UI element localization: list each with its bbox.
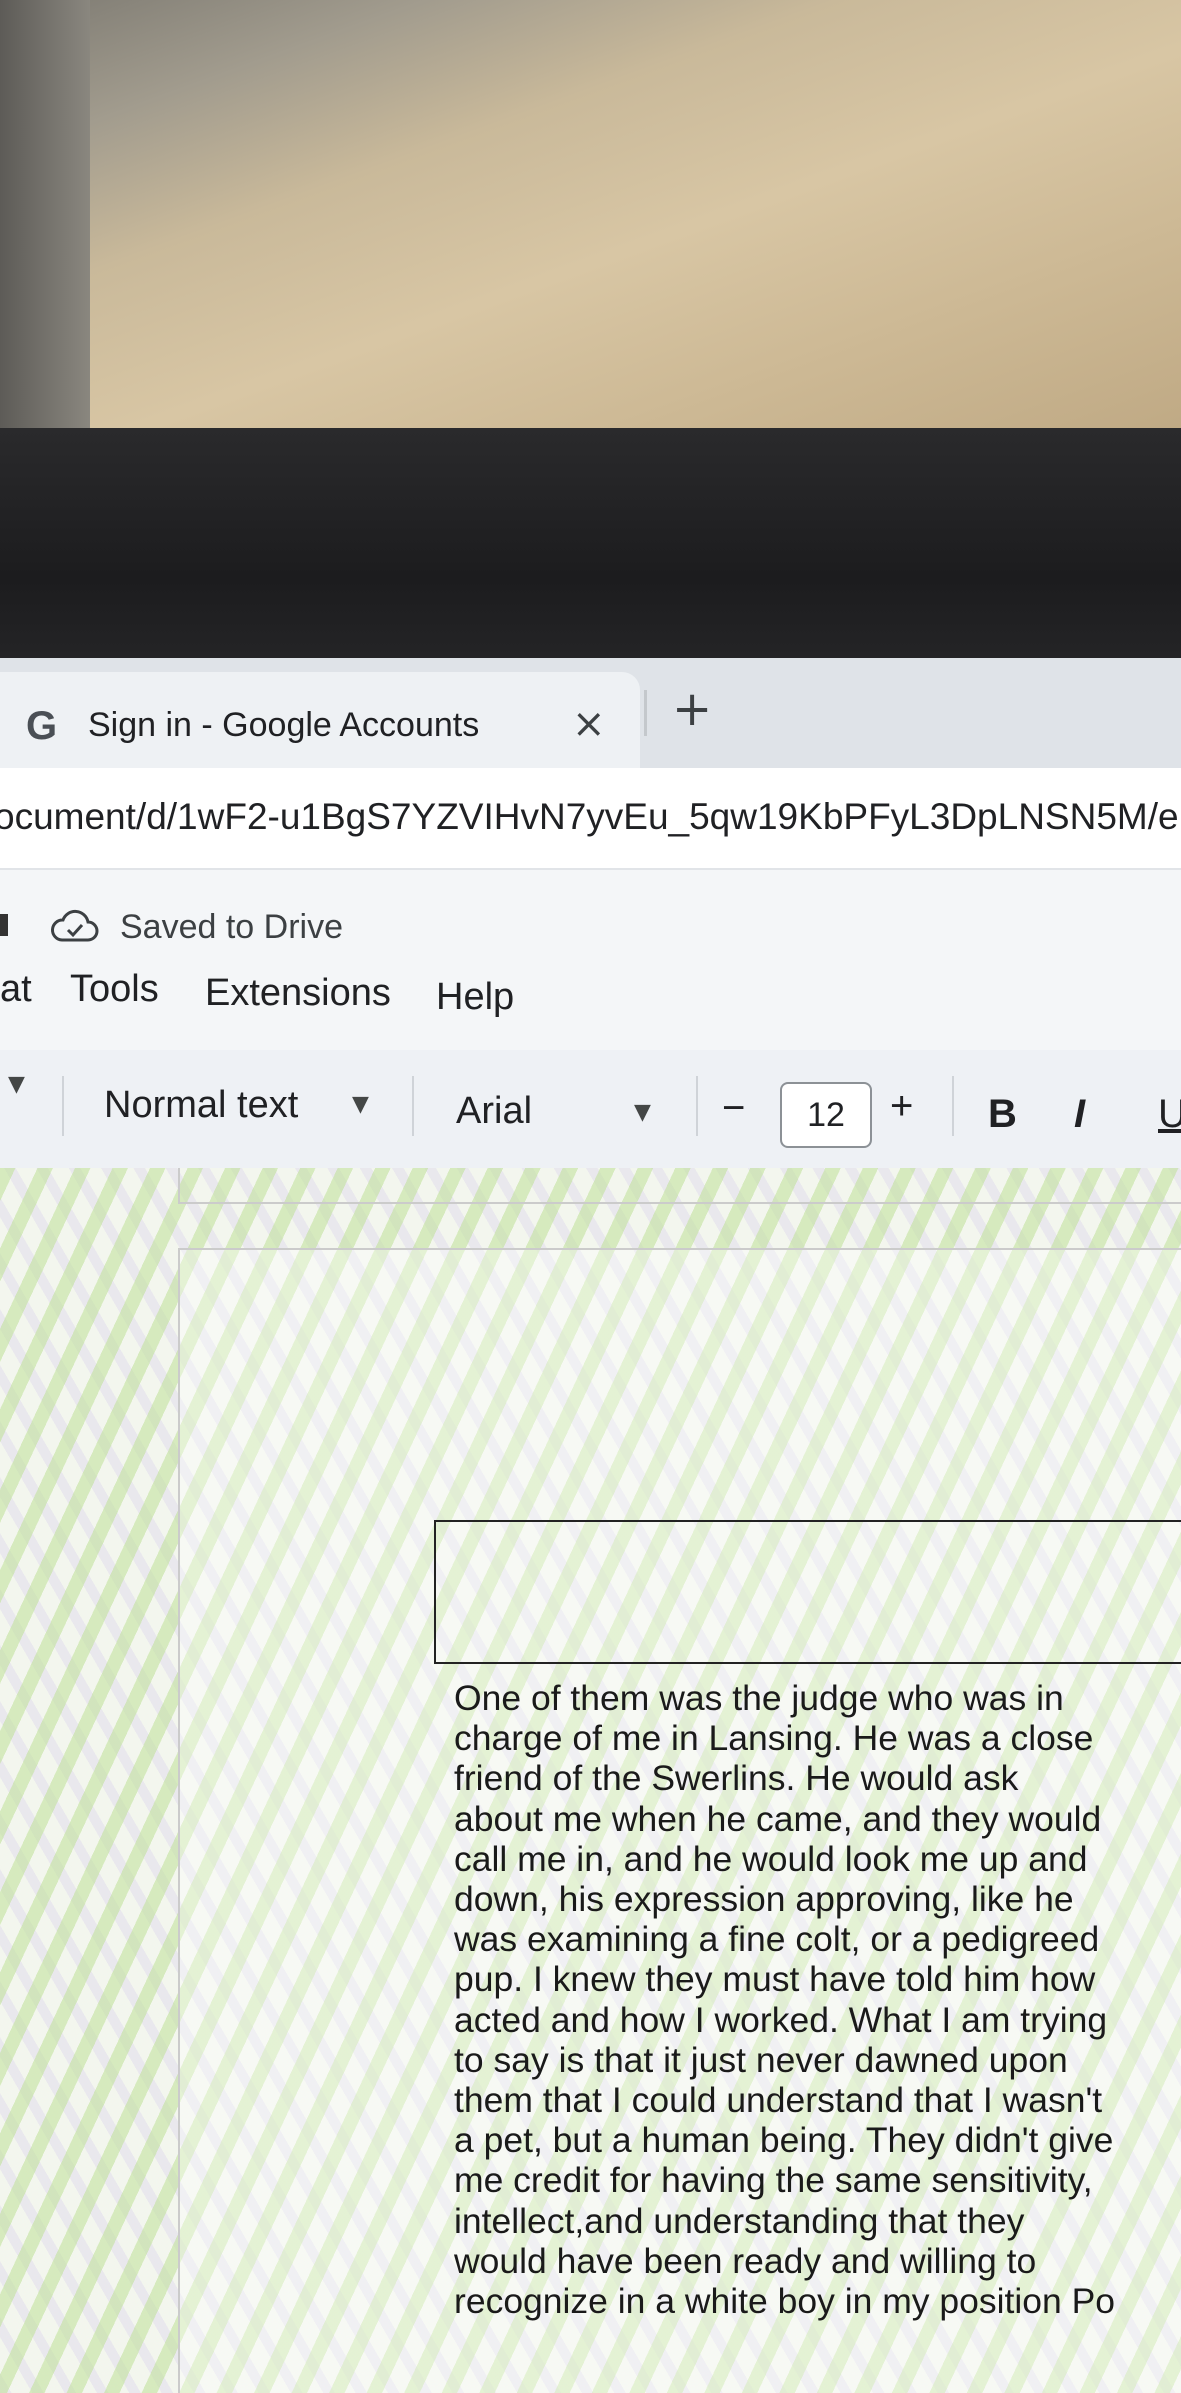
background-wall-edge: [0, 0, 90, 440]
text-line: about me when he came, and they would: [454, 1798, 1102, 1839]
text-line: pup. I knew they must have told him how: [454, 1959, 1096, 2000]
cloud-check-icon[interactable]: [50, 906, 100, 946]
tab-title: Sign in - Google Accounts: [88, 706, 480, 744]
text-line: down, his expression approving, like he: [454, 1879, 1074, 1920]
google-g-icon: G: [26, 704, 58, 748]
address-bar[interactable]: ocument/d/1wF2-u1BgS7YZVIHvN7yvEu_5qw19K…: [0, 768, 1181, 870]
tab-separator: [644, 690, 647, 736]
menu-tools[interactable]: Tools: [70, 968, 159, 1011]
decrease-font-size-button[interactable]: −: [722, 1086, 745, 1131]
text-line: them that I could understand that I wasn…: [454, 2080, 1103, 2121]
text-line: to say is that it just never dawned upon: [454, 2039, 1068, 2080]
text-line: me credit for having the same sensitivit…: [454, 2160, 1093, 2201]
toolbar-divider: [952, 1076, 954, 1136]
text-line: recognize in a white boy in my position …: [454, 2281, 1116, 2322]
toolbar-divider: [412, 1076, 414, 1136]
menu-extensions[interactable]: Extensions: [205, 972, 391, 1015]
text-line: charge of me in Lansing. He was a close: [454, 1718, 1094, 1759]
document-body-text[interactable]: One of them was the judge who was in cha…: [454, 1678, 1181, 2321]
mode-dropdown-caret-icon[interactable]: ▼: [8, 1072, 25, 1097]
menu-help[interactable]: Help: [436, 976, 514, 1019]
underline-button[interactable]: U: [1158, 1092, 1181, 1137]
bold-button[interactable]: B: [988, 1092, 1017, 1137]
page-top-edge: [178, 1168, 1181, 1204]
text-line: friend of the Swerlins. He would ask: [454, 1758, 1019, 1799]
italic-button[interactable]: I: [1074, 1092, 1085, 1137]
browser-tab[interactable]: G Sign in - Google Accounts ×: [0, 672, 640, 768]
monitor-bezel: [0, 428, 1181, 678]
close-tab-icon[interactable]: ×: [572, 702, 606, 746]
menu-format[interactable]: at: [0, 968, 32, 1011]
docs-logo-fragment: [0, 914, 8, 936]
text-line: a pet, but a human being. They didn't gi…: [454, 2120, 1114, 2161]
font-dropdown-caret-icon[interactable]: ▼: [634, 1100, 651, 1125]
text-line: call me in, and he would look me up and: [454, 1838, 1088, 1879]
docs-header: Saved to Drive at Tools Extensions Help: [0, 870, 1181, 1050]
toolbar-divider: [62, 1076, 64, 1136]
formatting-toolbar: ▼ Normal text ▼ Arial ▼ − 12 + B I U: [0, 1050, 1181, 1168]
text-line: was examining a fine colt, or a pedigree…: [454, 1919, 1100, 1960]
browser-tab-bar: G Sign in - Google Accounts × +: [0, 658, 1181, 768]
paragraph-style-select[interactable]: Normal text: [104, 1084, 298, 1127]
text-line: would have been ready and willing to: [454, 2240, 1037, 2281]
toolbar-divider: [696, 1076, 698, 1136]
document-table-cell[interactable]: [434, 1520, 1181, 1664]
url-text[interactable]: ocument/d/1wF2-u1BgS7YZVIHvN7yvEu_5qw19K…: [0, 796, 1179, 838]
save-status-text: Saved to Drive: [120, 908, 343, 946]
text-line: intellect,and understanding that they: [454, 2200, 1025, 2241]
screen: G Sign in - Google Accounts × + ocument/…: [0, 658, 1181, 2393]
font-family-select[interactable]: Arial: [456, 1090, 532, 1133]
font-size-input[interactable]: 12: [780, 1082, 872, 1148]
text-line: One of them was the judge who was in: [454, 1678, 1064, 1718]
text-line: acted and how I worked. What I am trying: [454, 1999, 1108, 2040]
style-dropdown-caret-icon[interactable]: ▼: [352, 1092, 369, 1117]
increase-font-size-button[interactable]: +: [890, 1084, 913, 1129]
background-photo-area: [0, 0, 1181, 440]
new-tab-button[interactable]: +: [672, 684, 712, 734]
